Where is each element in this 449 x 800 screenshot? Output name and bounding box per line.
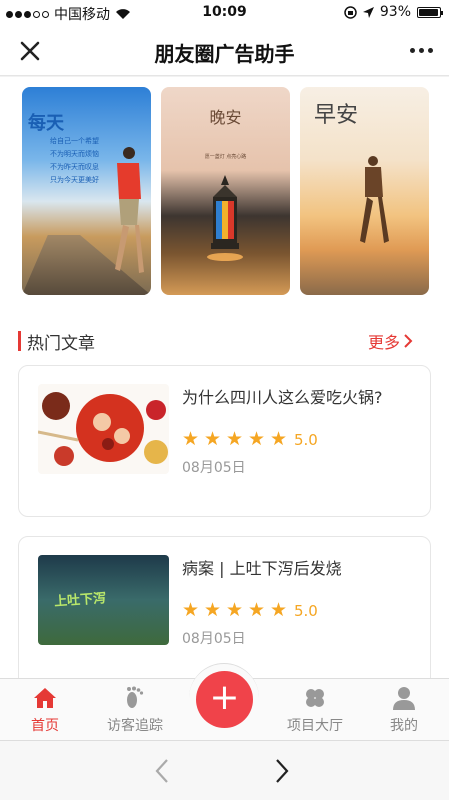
section-header-hot-articles: 热门文章 更多 <box>18 329 413 354</box>
star-icon: ★ <box>226 599 244 621</box>
lantern-icon <box>207 175 243 261</box>
tab-home[interactable]: 首页 <box>0 685 90 735</box>
person-icon <box>393 687 415 710</box>
poster-carousel: 每天 给自己一个希望 不为明天而烦恼 不为昨天而叹息 只为今天更美好 晚安 愿一… <box>22 87 429 295</box>
article-title: 为什么四川人这么爱吃火锅? <box>182 388 383 407</box>
star-icon: ★ <box>226 428 244 450</box>
section-title: 热门文章 <box>27 334 95 354</box>
article-thumbnail: 上吐下泻 <box>38 555 169 645</box>
battery-icon <box>417 6 443 18</box>
thumbnail-text: 上吐下泻 <box>53 591 107 610</box>
runner-figure <box>360 156 389 243</box>
star-icon: ★ <box>182 599 200 621</box>
clover-icon <box>306 689 324 707</box>
page-title: 朋友圈广告助手 <box>154 42 295 66</box>
star-icon: ★ <box>270 428 288 450</box>
poster-morning-run[interactable]: 每天 给自己一个希望 不为明天而烦恼 不为昨天而叹息 只为今天更美好 <box>22 87 151 295</box>
tab-mine[interactable]: 我的 <box>359 685 449 735</box>
article-card[interactable]: 为什么四川人这么爱吃火锅? ★ ★ ★ ★ ★ 5.0 08月05日 <box>18 365 431 517</box>
section-accent-bar <box>18 331 21 351</box>
star-icon: ★ <box>204 428 222 450</box>
poster-good-night[interactable]: 晚安 愿一盏灯 点亮心路 <box>161 87 290 295</box>
tab-project-hall[interactable]: 项目大厅 <box>270 685 360 735</box>
star-icon: ★ <box>182 428 200 450</box>
nav-header: 朋友圈广告助手 <box>0 26 449 76</box>
article-thumbnail <box>38 384 169 474</box>
footprint-icon <box>127 686 144 708</box>
star-icon: ★ <box>204 599 222 621</box>
article-date: 08月05日 <box>182 631 246 647</box>
browser-nav-bar <box>0 740 449 800</box>
home-icon <box>34 688 56 708</box>
more-link[interactable]: 更多 <box>368 329 413 353</box>
runner-figure <box>115 147 144 273</box>
poster-subtitle: 愿一盏灯 点亮心路 <box>204 154 247 160</box>
location-icon <box>362 6 374 18</box>
article-rating: ★ ★ ★ ★ ★ 5.0 <box>182 430 318 449</box>
article-rating: ★ ★ ★ ★ ★ 5.0 <box>182 601 318 620</box>
poster-title: 早安 <box>314 103 359 128</box>
chevron-right-icon <box>404 334 413 348</box>
add-button[interactable]: + <box>196 671 253 728</box>
main-content: 每天 给自己一个希望 不为明天而烦恼 不为昨天而叹息 只为今天更美好 晚安 愿一… <box>0 77 449 678</box>
star-icon: ★ <box>248 599 266 621</box>
tab-visitor-tracking[interactable]: 访客追踪 <box>90 685 180 735</box>
rotation-lock-icon <box>344 5 357 19</box>
back-arrow-icon[interactable] <box>154 758 170 784</box>
star-icon: ★ <box>248 428 266 450</box>
more-options-icon[interactable] <box>410 48 433 53</box>
poster-quote: 给自己一个希望 不为明天而烦恼 不为昨天而叹息 只为今天更美好 <box>50 137 99 184</box>
article-date: 08月05日 <box>182 460 246 476</box>
rating-value: 5.0 <box>294 430 318 449</box>
article-card[interactable]: 上吐下泻 病案 | 上吐下泻后发烧 ★ ★ ★ ★ ★ 5.0 08月05日 <box>18 536 431 678</box>
poster-title: 晚安 <box>209 108 242 127</box>
status-bar: 中国移动 10:09 93% <box>0 0 449 26</box>
poster-big-text: 每天 <box>28 113 64 134</box>
forward-arrow-icon[interactable] <box>274 758 290 784</box>
star-icon: ★ <box>270 599 288 621</box>
rating-value: 5.0 <box>294 601 318 620</box>
bottom-tab-bar: 首页 访客追踪 + 项目大厅 我的 <box>0 663 449 740</box>
battery-percent: 93% <box>379 4 411 20</box>
poster-good-morning[interactable]: 早安 <box>300 87 429 295</box>
article-title: 病案 | 上吐下泻后发烧 <box>182 559 342 578</box>
